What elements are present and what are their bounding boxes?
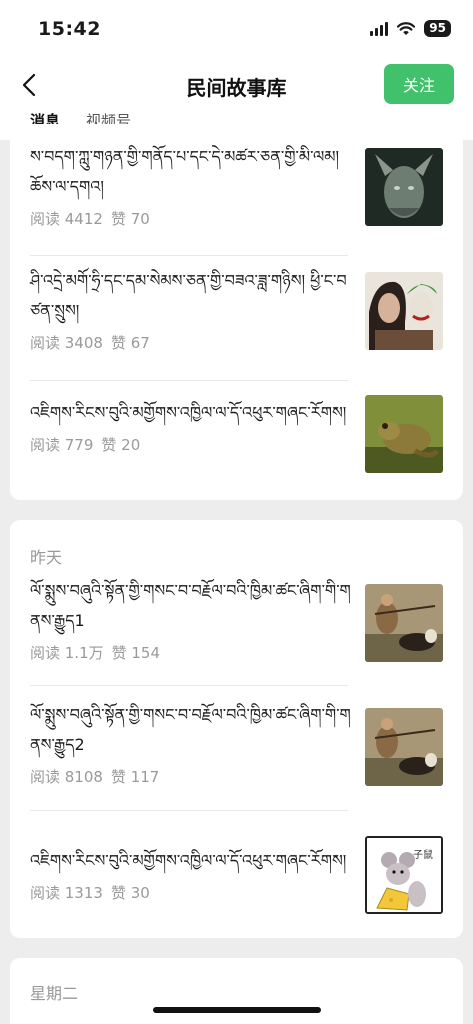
article-item[interactable]: འཇིགས་རིངས་བུའི་མགྱོགས་འཁྱིལ་ལ་དོ་འཕུར་ག… — [30, 390, 443, 514]
read-count: 阅读 8108 — [30, 768, 103, 786]
hunter-dog-thumbnail — [365, 584, 443, 662]
wifi-icon — [397, 21, 416, 35]
divider — [30, 255, 348, 256]
mouse-cheese-thumbnail: 子鼠 — [365, 836, 443, 914]
like-count: 赞 20 — [101, 436, 141, 454]
divider — [30, 685, 348, 686]
like-count: 赞 30 — [110, 884, 150, 902]
article-title: ས་བདག་ཀླུ་གཉན་གྱི་གནོད་པ་དང་དེ་མཚར་ཅན་གྱ… — [30, 147, 340, 196]
article-item[interactable]: ཤི་འདྲེ་མགོ་ཧྲི་དང་དམ་སེམས་ཅན་གྱི་བཟའ་ཟླ… — [30, 266, 443, 390]
dragon-portrait-thumbnail — [365, 148, 443, 226]
follow-button[interactable]: 关注 — [384, 64, 454, 104]
article-title: ལོ་སྨུས་བཞུའི་སྟོན་གྱི་གསང་བ་བརྗོལ་བའི་ཁ… — [30, 705, 351, 754]
two-faces-thumbnail — [365, 272, 443, 350]
article-title: འཇིགས་རིངས་བུའི་མགྱོགས་འཁྱིལ་ལ་དོ་འཕུར་ག… — [30, 403, 347, 422]
battery-icon: 95 — [424, 20, 451, 37]
cellular-signal-icon — [370, 21, 389, 36]
article-stats: 阅读 1313 赞 30 — [30, 882, 352, 903]
date-label: 星期二 — [30, 984, 79, 1003]
article-title: ཤི་འདྲེ་མགོ་ཧྲི་དང་དམ་སེམས་ཅན་གྱི་བཟའ་ཟླ… — [30, 271, 347, 320]
hunter-dog-thumbnail — [365, 708, 443, 786]
status-time: 15:42 — [38, 18, 101, 40]
home-indicator[interactable] — [153, 1007, 321, 1013]
article-item[interactable]: ལོ་སྨུས་བཞུའི་སྟོན་གྱི་གསང་བ་བརྗོལ་བའི་ཁ… — [30, 576, 443, 700]
read-count: 阅读 1.1万 — [30, 644, 104, 662]
article-item[interactable]: ལོ་སྨུས་བཞུའི་སྟོན་གྱི་གསང་བ་བརྗོལ་བའི་ཁ… — [30, 700, 443, 824]
like-count: 赞 67 — [110, 334, 150, 352]
divider — [30, 380, 348, 381]
message-group: 昨天 ལོ་སྨུས་བཞུའི་སྟོན་གྱི་གསང་བ་བརྗོལ་བའ… — [10, 520, 463, 938]
article-stats: 阅读 779 赞 20 — [30, 434, 352, 455]
like-count: 赞 154 — [111, 644, 161, 662]
read-count: 阅读 4412 — [30, 210, 103, 228]
frog-thumbnail — [365, 395, 443, 473]
article-stats: 阅读 1.1万赞 154 — [30, 642, 352, 663]
divider — [30, 810, 348, 811]
like-count: 赞 70 — [110, 210, 150, 228]
article-stats: 阅读 4412 赞 70 — [30, 208, 352, 229]
article-title: འཇིགས་རིངས་བུའི་མགྱོགས་འཁྱིལ་ལ་དོ་འཕུར་ག… — [30, 851, 347, 870]
article-title: ལོ་སྨུས་བཞུའི་སྟོན་གྱི་གསང་བ་བརྗོལ་བའི་ཁ… — [30, 581, 351, 630]
read-count: 阅读 3408 — [30, 334, 103, 352]
message-group: ས་བདག་ཀླུ་གཉན་གྱི་གནོད་པ་དང་དེ་མཚར་ཅན་གྱ… — [10, 124, 463, 500]
thumbnail-caption: 子鼠 — [413, 848, 433, 861]
article-item[interactable]: ས་བདག་ཀླུ་གཉན་གྱི་གནོད་པ་དང་དེ་མཚར་ཅན་གྱ… — [30, 142, 443, 266]
read-count: 阅读 1313 — [30, 884, 103, 902]
article-item[interactable]: འཇིགས་རིངས་བུའི་མགྱོགས་འཁྱིལ་ལ་དོ་འཕུར་ག… — [30, 826, 443, 950]
date-label: 昨天 — [30, 548, 63, 567]
article-stats: 阅读 8108 赞 117 — [30, 766, 352, 787]
like-count: 赞 117 — [110, 768, 160, 786]
status-bar: 15:42 95 — [0, 0, 473, 60]
read-count: 阅读 779 — [30, 436, 94, 454]
article-stats: 阅读 3408 赞 67 — [30, 332, 352, 353]
message-group: 星期二 — [10, 958, 463, 1024]
status-icons: 95 — [370, 20, 451, 37]
